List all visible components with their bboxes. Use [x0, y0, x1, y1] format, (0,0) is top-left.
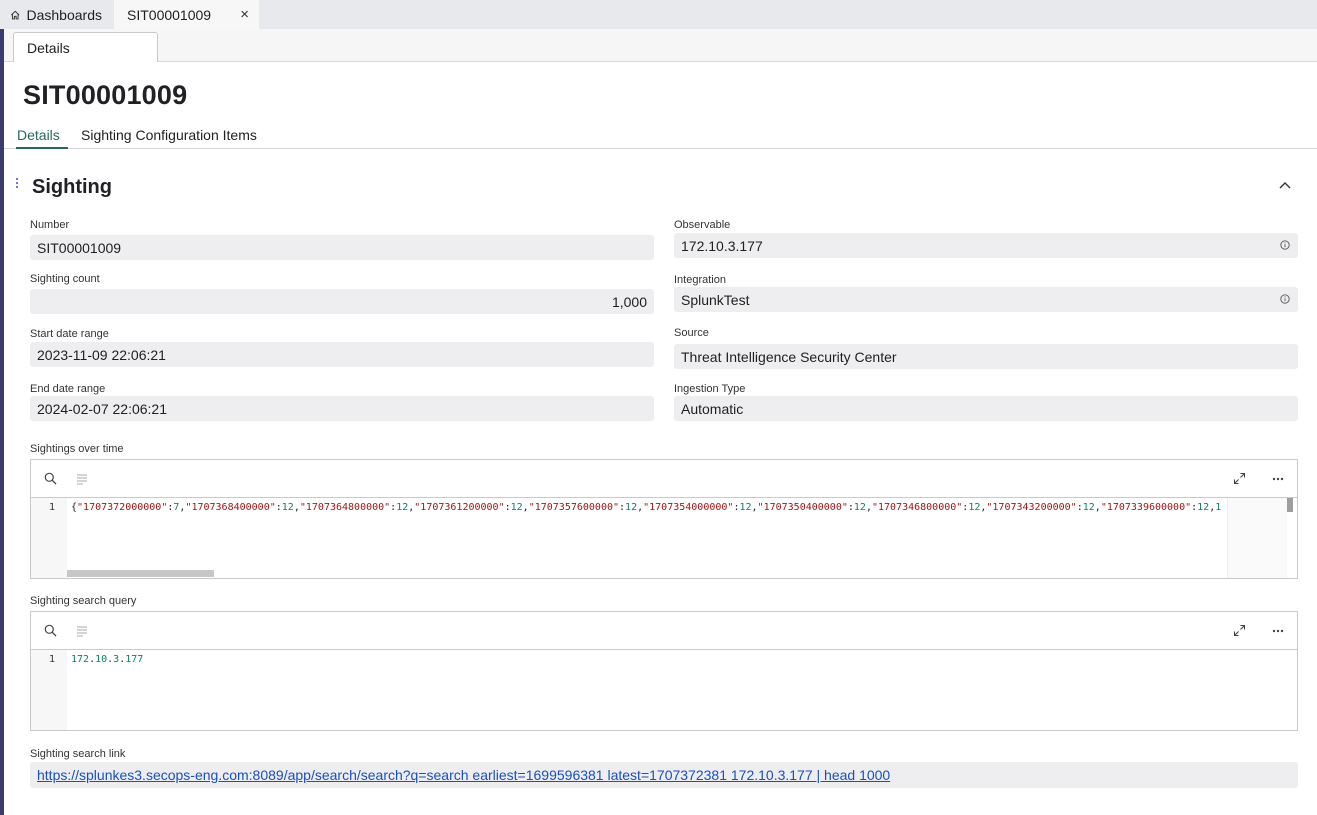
sighting-count-field[interactable]: 1,000 — [30, 289, 654, 314]
search-link[interactable]: https://splunkes3.secops-eng.com:8089/ap… — [37, 767, 890, 783]
horizontal-scrollbar[interactable] — [67, 570, 214, 577]
tab-dashboards[interactable]: Dashboards — [0, 0, 114, 29]
close-icon[interactable]: × — [240, 7, 249, 22]
format-icon[interactable] — [76, 473, 88, 485]
sub-tab-details[interactable]: Details — [13, 32, 158, 62]
search-icon[interactable] — [44, 472, 57, 485]
sightings-over-time-editor[interactable]: 1 {"1707372000000":7,"1707368400000":12,… — [30, 459, 1298, 579]
home-icon — [10, 10, 20, 19]
expand-icon[interactable] — [1233, 472, 1246, 485]
start-date-field[interactable]: 2023-11-09 22:06:21 — [30, 342, 654, 367]
expand-icon[interactable] — [1233, 624, 1246, 637]
minimap[interactable] — [1227, 498, 1287, 578]
code-line: 172.10.3.177 — [71, 654, 143, 665]
query-code: 172.10.3.177 — [71, 654, 144, 665]
tab-dashboards-label: Dashboards — [26, 6, 103, 23]
page-title: SIT00001009 — [23, 80, 188, 110]
source-label: Source — [674, 327, 709, 339]
code-line: {"1707372000000":7,"1707368400000":12,"1… — [71, 502, 1221, 513]
editor-toolbar — [31, 460, 1297, 498]
line-number: 1 — [31, 498, 67, 578]
observable-label: Observable — [674, 219, 731, 231]
tab-record[interactable]: SIT00001009 × — [114, 0, 259, 29]
search-icon[interactable] — [44, 624, 57, 637]
source-field[interactable]: Threat Intelligence Security Center — [674, 344, 1298, 369]
kebab-menu-icon[interactable] — [15, 178, 19, 190]
format-icon[interactable] — [76, 625, 88, 637]
editor-toolbar — [31, 612, 1297, 650]
end-date-label: End date range — [30, 383, 106, 395]
end-date-field[interactable]: 2024-02-07 22:06:21 — [30, 396, 654, 421]
sighting-count-label: Sighting count — [30, 273, 100, 285]
observable-value: 172.10.3.177 — [681, 238, 763, 254]
editor-body[interactable]: 1 172.10.3.177 — [31, 650, 1297, 730]
tab-record-label: SIT00001009 — [127, 6, 212, 23]
ingestion-type-label: Ingestion Type — [674, 383, 746, 395]
app-tab-bar: Dashboards SIT00001009 × — [0, 0, 1317, 29]
editor-body[interactable]: 1 {"1707372000000":7,"1707368400000":12,… — [31, 498, 1297, 578]
info-icon[interactable] — [1280, 294, 1290, 304]
tab-sighting-configuration-items[interactable]: Sighting Configuration Items — [81, 127, 257, 149]
number-label: Number — [30, 219, 70, 231]
observable-field[interactable]: 172.10.3.177 — [674, 233, 1298, 258]
section-title: Sighting — [32, 176, 112, 198]
search-query-label: Sighting search query — [30, 595, 137, 607]
content-tabs: Details Sighting Configuration Items — [4, 122, 1317, 149]
more-icon[interactable] — [1272, 629, 1284, 633]
chevron-up-icon[interactable] — [1278, 180, 1292, 190]
integration-label: Integration — [674, 274, 726, 286]
vertical-scrollbar[interactable] — [1287, 498, 1293, 512]
ingestion-type-field[interactable]: Automatic — [674, 396, 1298, 421]
search-link-field: https://splunkes3.secops-eng.com:8089/ap… — [30, 762, 1298, 788]
info-icon[interactable] — [1280, 240, 1290, 250]
sub-tab-bar: Details — [4, 29, 1317, 62]
number-field[interactable]: SIT00001009 — [30, 235, 654, 260]
sightings-over-time-label: Sightings over time — [30, 443, 124, 455]
search-query-editor[interactable]: 1 172.10.3.177 — [30, 611, 1298, 731]
integration-field[interactable]: SplunkTest — [674, 287, 1298, 312]
search-link-label: Sighting search link — [30, 748, 126, 760]
line-number: 1 — [31, 650, 67, 730]
start-date-label: Start date range — [30, 328, 109, 340]
json-code: {"1707372000000":7,"1707368400000":12,"1… — [71, 502, 1221, 513]
more-icon[interactable] — [1272, 477, 1284, 481]
tab-details[interactable]: Details — [16, 127, 68, 149]
integration-value: SplunkTest — [681, 292, 750, 308]
